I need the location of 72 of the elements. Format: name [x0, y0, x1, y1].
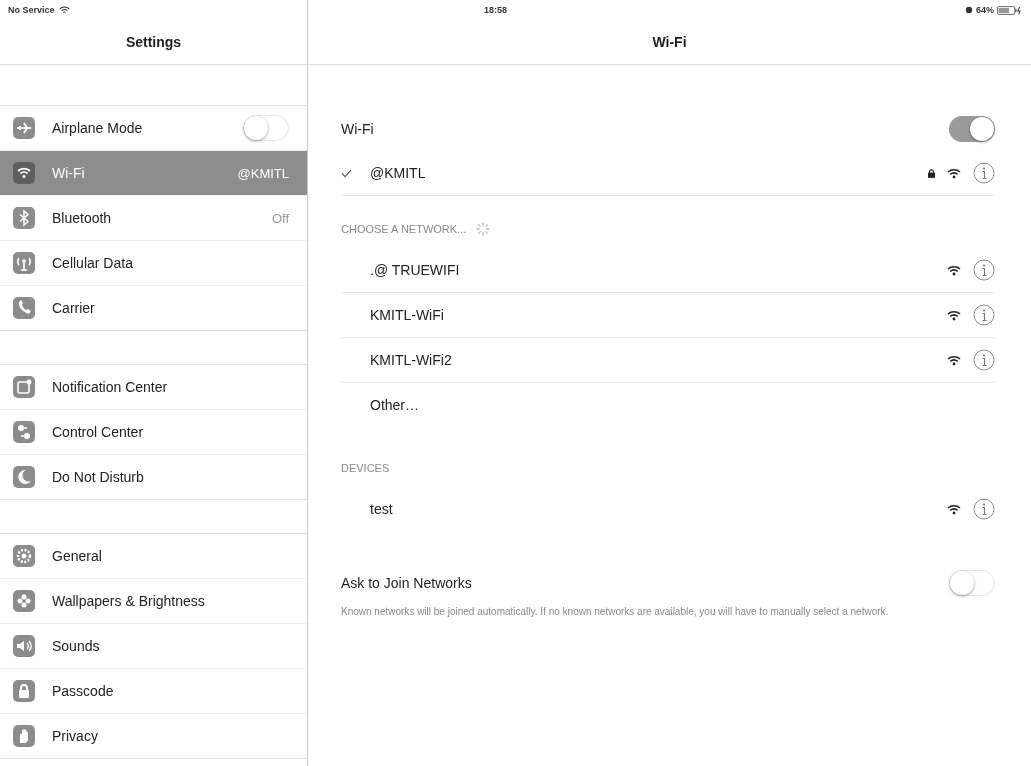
item-label: Cellular Data	[52, 255, 134, 271]
info-icon[interactable]	[973, 498, 995, 520]
gear-icon	[13, 545, 35, 567]
page-title: Wi-Fi	[652, 34, 687, 50]
network-name[interactable]: KMITL-WiFi2	[370, 352, 947, 368]
item-value: @KMITL	[237, 165, 289, 181]
other-network-item[interactable]: Other…	[370, 397, 995, 413]
speaker-icon	[13, 635, 35, 657]
info-icon[interactable]	[973, 259, 995, 281]
info-icon[interactable]	[973, 304, 995, 326]
sidebar-item[interactable]: Carrier	[0, 286, 307, 330]
item-label: Sounds	[52, 638, 101, 654]
item-label: Wallpapers & Brightness	[52, 593, 206, 609]
wifi-icon	[13, 162, 35, 184]
alarm-icon	[965, 6, 973, 14]
sidebar-item[interactable]: Wallpapers & Brightness	[0, 579, 307, 624]
item-label: Passcode	[52, 683, 115, 699]
ask-to-join-label: Ask to Join Networks	[341, 575, 473, 591]
wifi-signal-icon	[947, 503, 961, 515]
sidebar-item[interactable]: General	[0, 534, 307, 579]
lock-icon	[13, 680, 35, 702]
battery-percent: 64%	[976, 5, 994, 15]
info-icon[interactable]	[973, 349, 995, 371]
wifi-signal-icon	[947, 354, 961, 366]
item-value: Off	[271, 210, 289, 226]
notification-icon	[13, 376, 35, 398]
battery-icon	[997, 5, 1023, 15]
carrier-label: No Service	[8, 5, 55, 15]
device-name[interactable]: test	[370, 501, 947, 517]
wifi-signal-icon	[947, 167, 961, 179]
sidebar-item[interactable]: Sounds	[0, 624, 307, 669]
sidebar-item[interactable]: Privacy	[0, 714, 307, 758]
sidebar-item[interactable]: Notification Center	[0, 365, 307, 410]
item-label: Privacy	[52, 728, 99, 744]
item-label: Wi-Fi	[52, 165, 86, 181]
status-time: 18:58	[484, 5, 508, 15]
sidebar-title: Settings	[125, 34, 182, 50]
wifi-toggle[interactable]	[949, 116, 995, 142]
wifi-signal-icon	[947, 309, 961, 321]
sidebar-item[interactable]: Do Not Disturb	[0, 455, 307, 499]
sidebar-item[interactable]: Control Center	[0, 410, 307, 455]
item-label: General	[52, 548, 103, 564]
item-label: Notification Center	[52, 379, 169, 395]
sidebar-item[interactable]: Cellular Data	[0, 241, 307, 286]
section-header: CHOOSE A NETWORK...	[341, 223, 467, 235]
flower-icon	[13, 590, 35, 612]
moon-icon	[13, 466, 35, 488]
item-label: Airplane Mode	[52, 120, 144, 136]
hand-icon	[13, 725, 35, 747]
sidebar-item[interactable]: Bluetooth Off	[0, 196, 307, 241]
wifi-signal-icon	[58, 6, 70, 14]
spinner-icon	[476, 222, 491, 236]
footnote-text: Known networks will be joined automatically. If no known networks are available, you will have to manually select a network.	[341, 605, 890, 618]
sidebar-item[interactable]: Passcode	[0, 669, 307, 714]
item-label: Carrier	[52, 300, 96, 316]
switches-icon	[13, 421, 35, 443]
airplane-icon	[13, 117, 35, 139]
item-label: Do Not Disturb	[52, 469, 145, 485]
item-label: Control Center	[52, 424, 145, 440]
section-header: DEVICES	[341, 462, 390, 474]
network-name[interactable]: .@ TRUEWIFI	[370, 262, 947, 278]
info-icon[interactable]	[973, 162, 995, 184]
toggle-switch[interactable]	[243, 115, 289, 141]
antenna-icon	[13, 252, 35, 274]
ask-to-join-toggle[interactable]	[949, 570, 995, 596]
item-label: Bluetooth	[52, 210, 113, 226]
phone-icon	[13, 297, 35, 319]
wifi-label: Wi-Fi	[341, 121, 375, 137]
network-name[interactable]: KMITL-WiFi	[370, 307, 947, 323]
bluetooth-icon	[13, 207, 35, 229]
wifi-signal-icon	[947, 264, 961, 276]
network-name[interactable]: @KMITL	[370, 165, 928, 181]
